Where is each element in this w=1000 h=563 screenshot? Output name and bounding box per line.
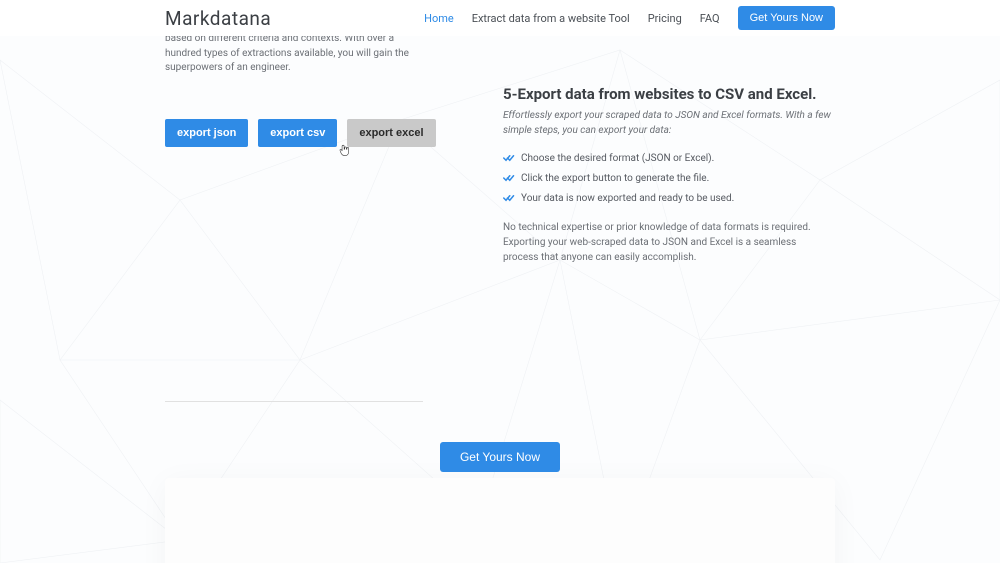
export-excel-button[interactable]: export excel bbox=[347, 119, 435, 147]
feature-step-text: Choose the desired format (JSON or Excel… bbox=[521, 152, 714, 166]
cursor-hand-icon bbox=[339, 144, 351, 158]
nav-faq[interactable]: FAQ bbox=[700, 12, 720, 25]
double-check-icon bbox=[503, 153, 515, 163]
nav-tool[interactable]: Extract data from a website Tool bbox=[472, 12, 630, 25]
export-csv-button[interactable]: export csv bbox=[258, 119, 337, 147]
nav-home[interactable]: Home bbox=[424, 12, 454, 25]
demo-card: based on different criteria and contexts… bbox=[165, 30, 423, 402]
double-check-icon bbox=[503, 193, 515, 203]
top-nav: Markdatana Home Extract data from a webs… bbox=[0, 0, 1000, 36]
double-check-icon bbox=[503, 173, 515, 183]
feature-heading: 5-Export data from websites to CSV and E… bbox=[503, 85, 833, 103]
feature-step-text: Click the export button to generate the … bbox=[521, 172, 709, 186]
cut-paragraph: based on different criteria and contexts… bbox=[165, 32, 423, 76]
feature-step: Your data is now exported and ready to b… bbox=[503, 192, 833, 206]
export-json-button[interactable]: export json bbox=[165, 119, 248, 147]
export-buttons-row: export json export csv export excel bbox=[165, 119, 423, 147]
feature-follow-text: No technical expertise or prior knowledg… bbox=[503, 220, 833, 265]
demo-box: export json export csv export excel bbox=[165, 119, 423, 402]
feature-step: Click the export button to generate the … bbox=[503, 172, 833, 186]
bottom-cta-wrap: Get Yours Now bbox=[0, 442, 1000, 472]
bottom-cta-button[interactable]: Get Yours Now bbox=[440, 442, 560, 472]
brand-logo[interactable]: Markdatana bbox=[165, 7, 271, 30]
footer-card bbox=[165, 478, 835, 563]
feature-detail: 5-Export data from websites to CSV and E… bbox=[503, 30, 833, 402]
feature-step: Choose the desired format (JSON or Excel… bbox=[503, 152, 833, 166]
nav-cta-button[interactable]: Get Yours Now bbox=[738, 6, 835, 30]
nav-pricing[interactable]: Pricing bbox=[648, 12, 682, 25]
feature-steps-list: Choose the desired format (JSON or Excel… bbox=[503, 152, 833, 206]
nav-links: Home Extract data from a website Tool Pr… bbox=[424, 6, 835, 30]
feature-lead: Effortlessly export your scraped data to… bbox=[503, 109, 833, 138]
feature-step-text: Your data is now exported and ready to b… bbox=[521, 192, 734, 206]
